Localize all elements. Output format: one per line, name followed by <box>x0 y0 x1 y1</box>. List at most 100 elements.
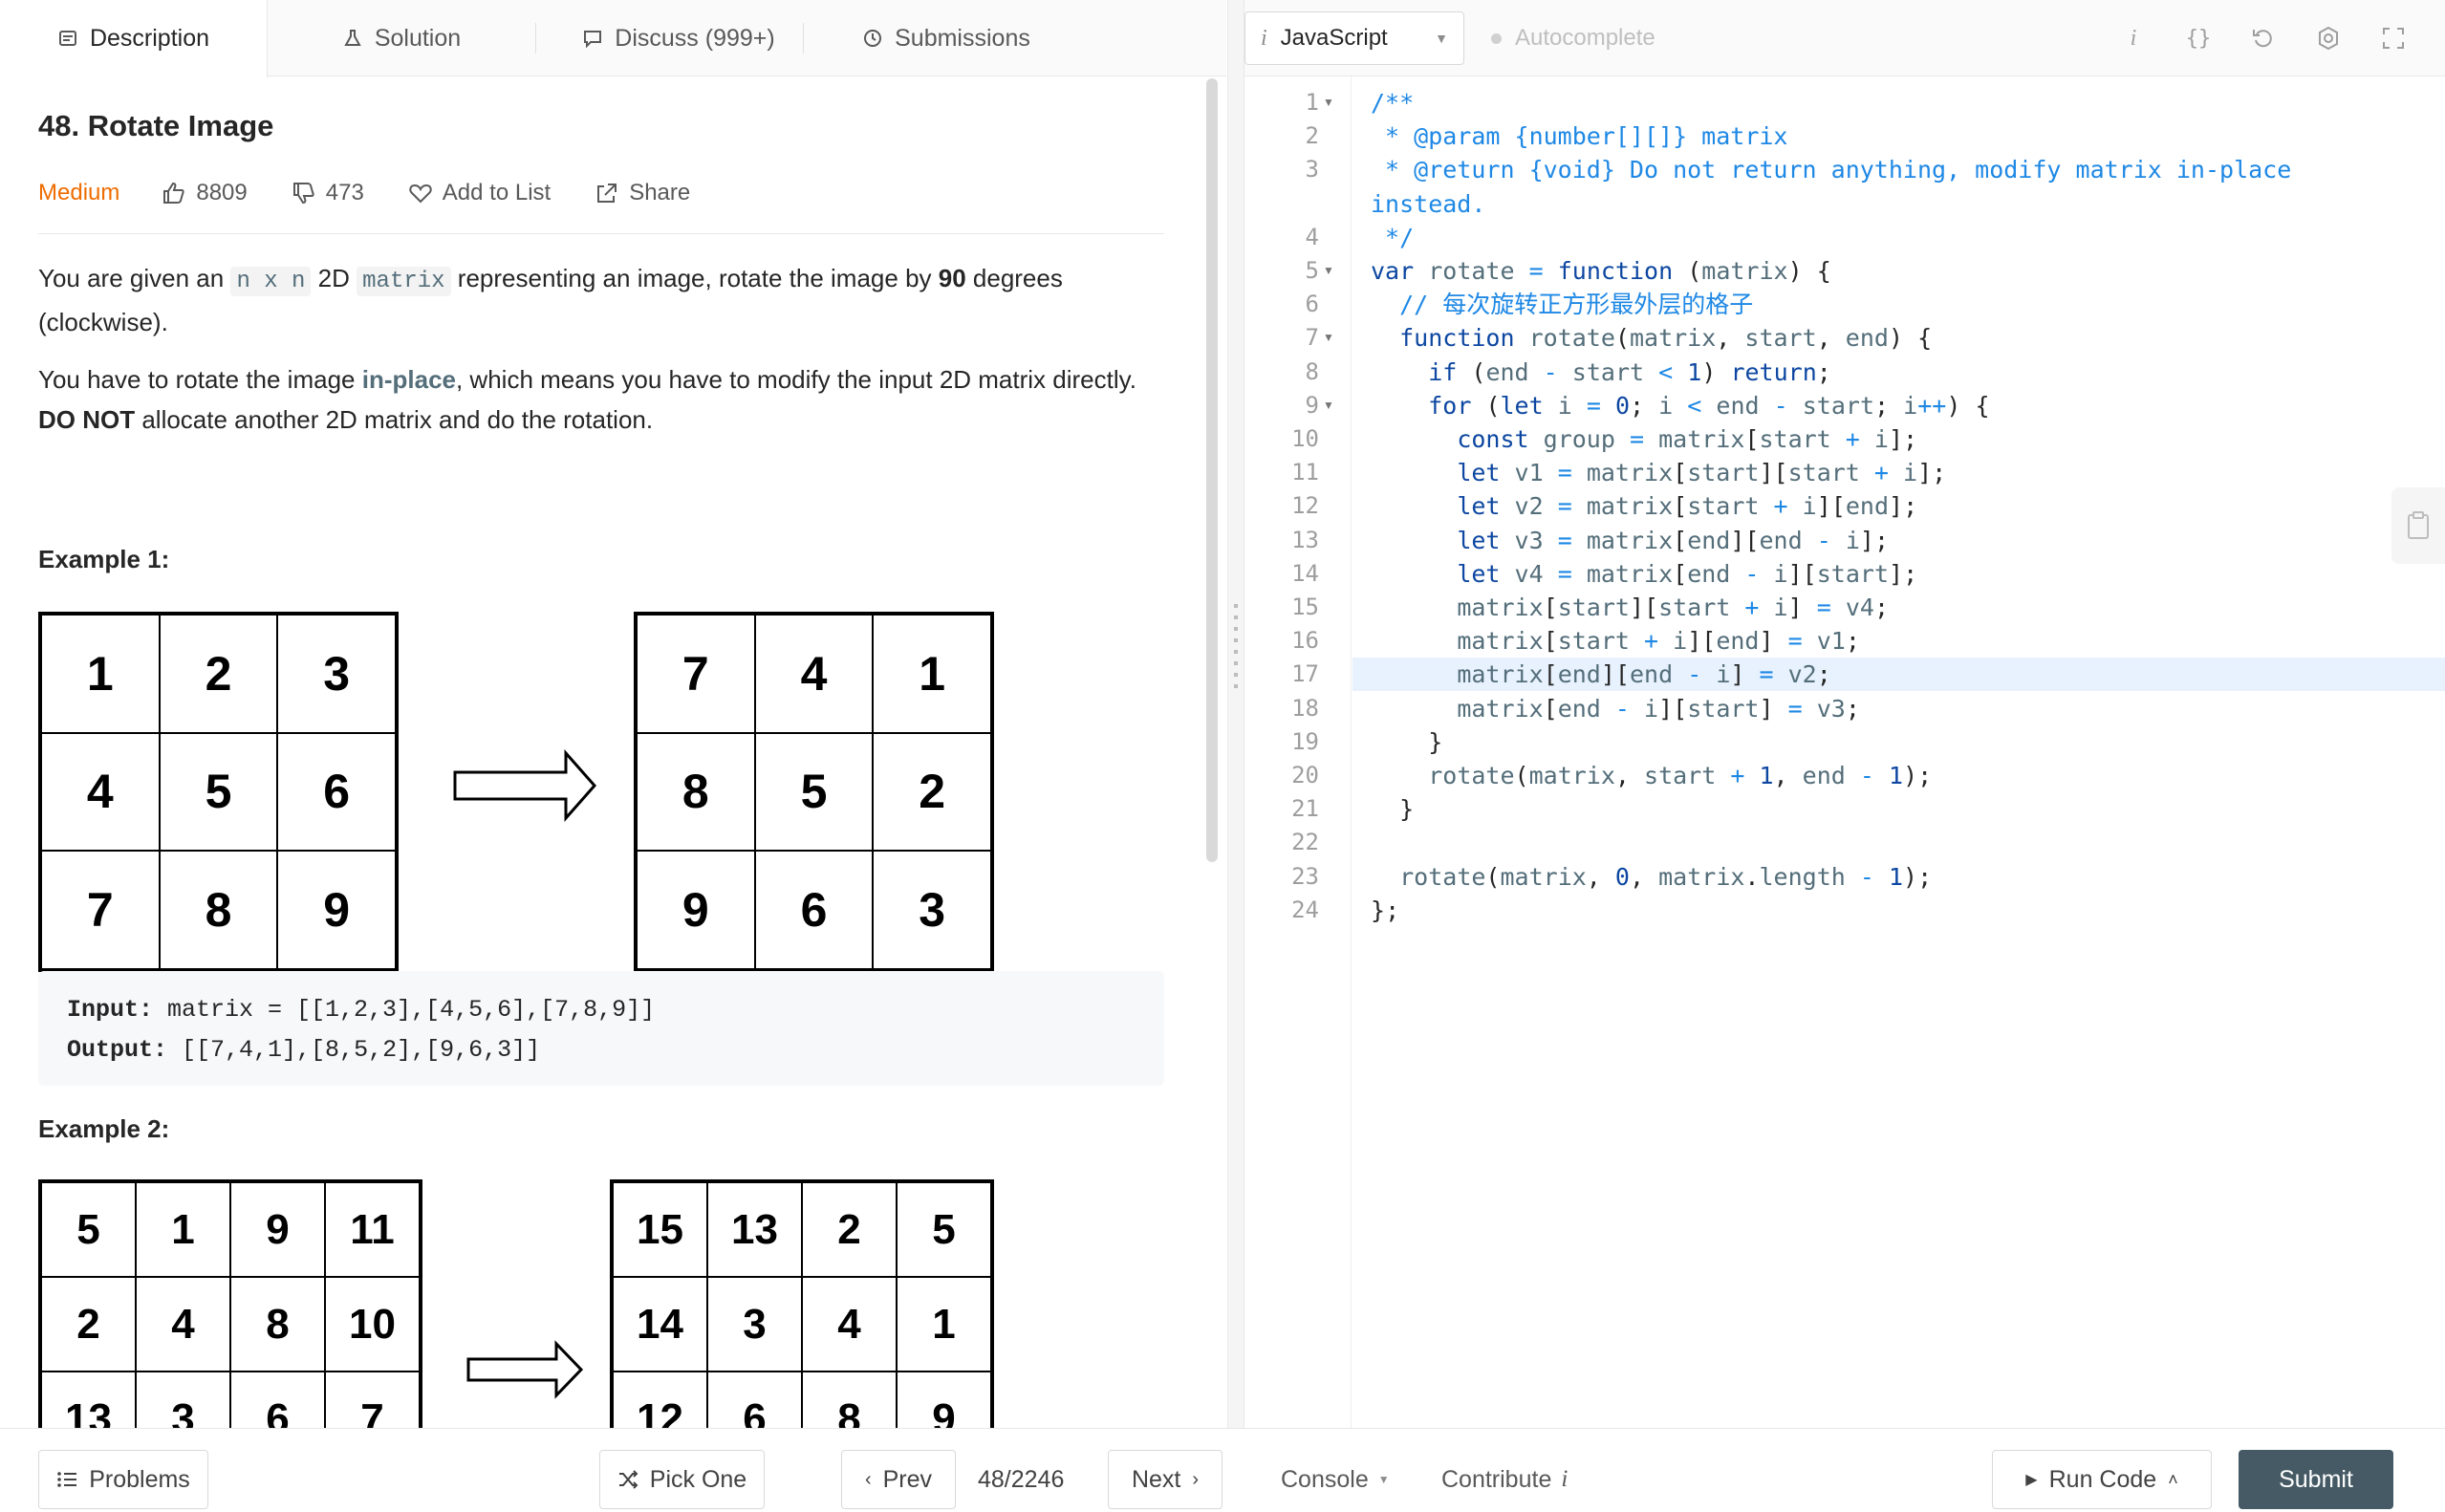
problems-button[interactable]: Problems <box>38 1450 208 1509</box>
line-number: 7 <box>1305 324 1319 352</box>
chat-icon <box>584 31 602 49</box>
reset-icon[interactable] <box>2244 19 2283 57</box>
line-number: 17 <box>1291 660 1319 688</box>
matrix-cell: 7 <box>41 851 160 969</box>
code-line: rotate(matrix, start + 1, end - 1); <box>1428 762 1933 789</box>
side-panel-tab[interactable] <box>2391 487 2445 564</box>
dislike-button[interactable]: 473 <box>292 180 364 206</box>
chevron-left-icon: ‹ <box>864 1468 872 1490</box>
contribute-button[interactable]: Contribute i <box>1441 1450 1568 1509</box>
matrix-cell: 8 <box>802 1372 897 1428</box>
example-1-heading: Example 1: <box>38 545 170 573</box>
console-button[interactable]: Console ▼ <box>1281 1450 1390 1509</box>
matrix-cell: 1 <box>41 615 160 733</box>
autocomplete-label: Autocomplete <box>1515 25 1655 51</box>
braces-icon[interactable]: {} <box>2179 19 2218 57</box>
fold-toggle-icon[interactable]: ▼ <box>1323 389 1334 422</box>
tab-submissions[interactable]: Submissions <box>822 0 1071 76</box>
fullscreen-icon[interactable] <box>2374 19 2413 57</box>
tab-description[interactable]: Description <box>0 0 268 77</box>
next-button[interactable]: Next › <box>1108 1450 1222 1509</box>
code-line: let v2 = matrix[start + i][end]; <box>1457 492 1918 521</box>
line-number: 15 <box>1291 594 1319 620</box>
matrix-cell: 9 <box>230 1182 325 1277</box>
share-button[interactable]: Share <box>595 180 690 206</box>
example-1-output-matrix: 741852963 <box>634 612 994 972</box>
description-panel: Description Solution Discuss (999+) Subm… <box>0 0 1226 1428</box>
input-value: matrix = [[1,2,3],[4,5,6],[7,8,9]] <box>153 996 656 1024</box>
fold-toggle-icon[interactable]: ▼ <box>1323 86 1334 119</box>
line-number: 2 <box>1305 122 1319 150</box>
run-code-button[interactable]: ▶ Run Code ˄ <box>1992 1450 2212 1509</box>
panel-splitter[interactable] <box>1227 0 1244 1428</box>
pick-one-label: Pick One <box>649 1465 747 1493</box>
info-icon: i <box>1561 1466 1569 1492</box>
pick-one-button[interactable]: Pick One <box>599 1450 765 1509</box>
chevron-up-icon: ˄ <box>2168 1469 2178 1489</box>
tab-discuss[interactable]: Discuss (999+) <box>554 0 803 76</box>
code-line: // 每次旋转正方形最外层的格子 <box>1371 291 1754 319</box>
submit-label: Submit <box>2279 1465 2353 1493</box>
prev-button[interactable]: ‹ Prev <box>841 1450 956 1509</box>
flask-icon <box>344 30 361 46</box>
contribute-label: Contribute <box>1441 1465 1552 1493</box>
chevron-right-icon: › <box>1192 1468 1200 1490</box>
tab-discuss-label: Discuss (999+) <box>615 24 775 52</box>
code-line: }; <box>1371 896 1400 924</box>
matrix-cell: 4 <box>802 1277 897 1372</box>
matrix-cell: 10 <box>325 1277 420 1372</box>
clock-icon <box>864 30 882 47</box>
add-to-list-button[interactable]: Add to List <box>408 180 551 206</box>
matrix-cell: 8 <box>230 1277 325 1372</box>
submit-button[interactable]: Submit <box>2239 1450 2393 1509</box>
language-select[interactable]: i JavaScript ▼ <box>1244 11 1464 65</box>
problem-title: 48. Rotate Image <box>38 109 274 142</box>
line-number: 21 <box>1291 795 1319 823</box>
tab-solution[interactable]: Solution <box>287 0 516 76</box>
line-number: 8 <box>1305 357 1319 385</box>
chevron-down-icon: ▼ <box>1435 31 1448 46</box>
problem-meta: Medium 8809 473 Add to List Share <box>38 174 734 212</box>
desc-text: allocate another 2D matrix and do the ro… <box>135 405 654 434</box>
matrix-cell: 4 <box>136 1277 230 1372</box>
status-dot-icon <box>1491 32 1502 44</box>
line-number: 23 <box>1291 862 1319 890</box>
line-number: 14 <box>1291 559 1319 587</box>
output-label: Output: <box>67 1036 168 1064</box>
info-icon[interactable]: i <box>2114 19 2153 57</box>
line-number: 3 <box>1305 156 1319 184</box>
matrix-cell: 9 <box>897 1372 991 1428</box>
play-icon: ▶ <box>2025 1472 2038 1488</box>
code-line: * @param {number[][]} matrix <box>1371 122 1788 151</box>
matrix-cell: 12 <box>613 1372 707 1428</box>
in-place-link[interactable]: in-place <box>362 365 456 394</box>
line-number: 5 <box>1305 257 1319 284</box>
matrix-cell: 3 <box>707 1277 802 1372</box>
autocomplete-toggle[interactable]: Autocomplete <box>1491 11 1655 65</box>
caret-down-icon: ▼ <box>1377 1473 1390 1486</box>
matrix-cell: 5 <box>754 732 874 852</box>
matrix-cell: 8 <box>637 732 755 852</box>
fold-toggle-icon[interactable]: ▼ <box>1323 321 1334 355</box>
line-number: 6 <box>1305 291 1319 318</box>
desc-bold: 90 <box>938 264 966 292</box>
fold-toggle-icon[interactable]: ▼ <box>1323 254 1334 288</box>
matrix-cell: 1 <box>897 1277 991 1372</box>
arrow-right-icon <box>466 1340 584 1399</box>
code-editor[interactable]: 1 ▼ 2 3 4 5 ▼ 6 7 ▼ 8 9 ▼ 10 11 12 13 14 15 16 17 18 19 20 21 22 2… <box>1244 76 2445 1428</box>
desc-text: , which means you have to modify the inp… <box>455 365 1136 394</box>
matrix-cell: 3 <box>873 851 991 969</box>
code-line: matrix[start + i][end] = v1; <box>1457 627 1860 656</box>
tab-separator <box>535 23 536 54</box>
drag-handle-icon[interactable] <box>1234 604 1238 690</box>
matrix-cell: 2 <box>802 1182 897 1277</box>
settings-icon[interactable] <box>2309 19 2348 57</box>
like-button[interactable]: 8809 <box>162 180 248 206</box>
tab-separator <box>803 23 804 54</box>
matrix-cell: 5 <box>159 732 278 852</box>
matrix-cell: 7 <box>637 615 755 733</box>
language-value: JavaScript <box>1280 25 1388 51</box>
matrix-cell: 11 <box>325 1182 420 1277</box>
divider <box>38 233 1164 234</box>
description-scrollbar[interactable] <box>1206 78 1218 862</box>
